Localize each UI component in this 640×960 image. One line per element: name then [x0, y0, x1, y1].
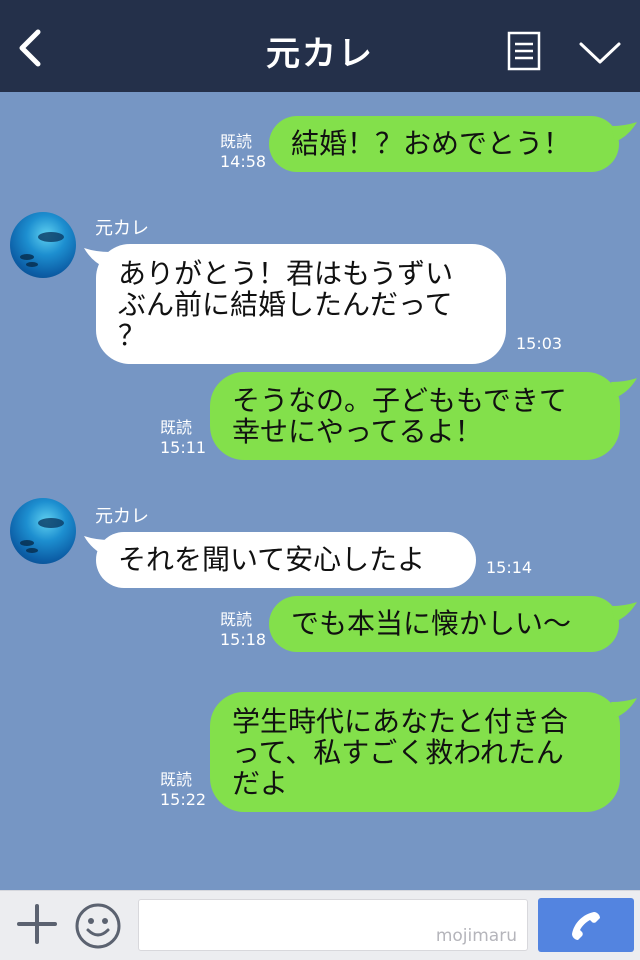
message-text: でも本当に懐かしい〜	[291, 607, 572, 640]
message-text: ありがとう！君はもうずい ぶん前に結婚したんだって ？	[118, 257, 454, 352]
bubble-tail	[611, 378, 637, 398]
avatar[interactable]	[10, 498, 76, 564]
read-receipt: 既読	[160, 418, 193, 437]
message-input[interactable]: mojimaru	[138, 899, 528, 951]
message-time: 15:11	[160, 438, 207, 457]
message-meta: 既読 15:11	[160, 418, 206, 458]
bubble-tail	[611, 122, 637, 142]
message-time: 15:03	[516, 334, 563, 353]
message-text: そうなの。子どももできて 幸せにやってるよ！	[232, 384, 567, 448]
notes-icon[interactable]	[507, 31, 541, 71]
avatar[interactable]	[10, 212, 76, 278]
watermark-text: mojimaru	[435, 926, 517, 946]
message-time: 15:18	[220, 630, 267, 649]
plus-icon[interactable]	[16, 903, 58, 945]
message-bubble-sent[interactable]: 学生時代にあなたと付き合 って、私すごく救われたん だよ	[210, 692, 620, 812]
smile-icon[interactable]	[74, 902, 122, 950]
chat-area[interactable]: 既読 14:58 結婚！？おめでとう！ 元カレ ありがとう！君はもうずい ぶん前…	[0, 92, 640, 890]
message-meta: 既読 14:58	[220, 132, 266, 172]
bubble-tail	[611, 698, 637, 718]
message-time: 15:14	[486, 558, 533, 577]
message-text: 学生時代にあなたと付き合 って、私すごく救われたん だよ	[232, 705, 569, 800]
message-bubble-received[interactable]: ありがとう！君はもうずい ぶん前に結婚したんだって ？	[96, 244, 506, 364]
phone-icon	[572, 912, 600, 940]
message-time: 15:22	[160, 790, 207, 809]
sender-name: 元カレ	[95, 218, 149, 239]
message-composer: mojimaru	[0, 890, 640, 960]
message-bubble-sent[interactable]: そうなの。子どももできて 幸せにやってるよ！	[210, 372, 620, 460]
message-bubble-received[interactable]: それを聞いて安心したよ	[96, 532, 476, 588]
message-meta: 既読 15:22	[160, 770, 206, 810]
message-text: それを聞いて安心したよ	[118, 543, 426, 576]
message-bubble-sent[interactable]: でも本当に懐かしい〜	[269, 596, 619, 652]
message-time: 14:58	[220, 152, 267, 171]
bubble-tail	[611, 602, 637, 622]
message-bubble-sent[interactable]: 結婚！？おめでとう！	[269, 116, 619, 172]
sender-name: 元カレ	[95, 506, 149, 527]
chat-title: 元カレ	[266, 34, 374, 74]
chat-header: 元カレ	[0, 0, 640, 92]
chevron-down-icon[interactable]	[578, 38, 622, 68]
message-meta: 既読 15:18	[220, 610, 266, 650]
message-text: 結婚！？おめでとう！	[291, 127, 572, 160]
read-receipt: 既読	[220, 132, 253, 151]
read-receipt: 既読	[160, 770, 193, 789]
call-button[interactable]	[538, 898, 634, 952]
read-receipt: 既読	[220, 610, 253, 629]
